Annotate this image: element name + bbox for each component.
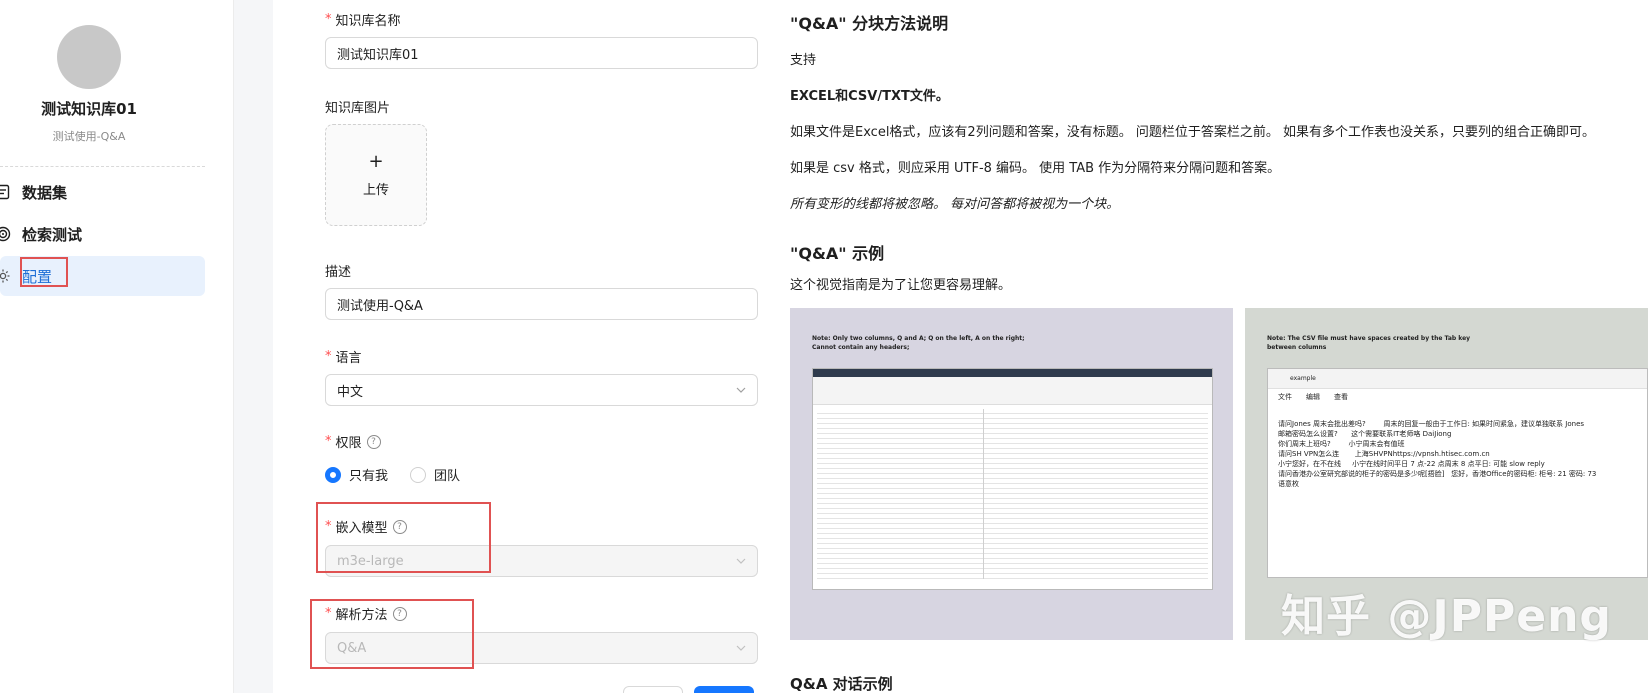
gear-icon — [0, 268, 14, 284]
target-icon — [0, 226, 14, 242]
annotation-highlight-box — [316, 502, 491, 573]
notepad-menu-edit: 编辑 — [1306, 393, 1320, 401]
doc-dialog-example-title: Q&A 对话示例 — [790, 675, 893, 693]
notepad-body: 请问Jones 周末会批出差吗? 周末的回复一般由于工作日: 如果时间紧急，建议… — [1278, 420, 1597, 488]
example-image-excel: Note: Only two columns, Q and A; Q on th… — [790, 308, 1233, 640]
annotation-highlight-box — [20, 257, 68, 287]
parser-doc-panel: "Q&A" 分块方法说明 支持 EXCEL和CSV/TXT文件。 如果文件是Ex… — [790, 0, 1648, 693]
notepad-menu-file: 文件 — [1278, 393, 1292, 401]
chevron-down-icon — [736, 387, 746, 393]
language-label: * 语言 — [325, 349, 362, 366]
app-root: 测试知识库01 测试使用-Q&A 数据集 检索测试 配置 * 知识库名称 测试知识… — [0, 0, 1648, 693]
radio-label-team: 团队 — [434, 469, 461, 484]
radio-team[interactable] — [410, 466, 427, 483]
sidebar-item-dataset[interactable]: 数据集 — [0, 172, 205, 212]
doc-text-formats: EXCEL和CSV/TXT文件。 — [790, 89, 949, 104]
notepad-tab: example — [1290, 375, 1316, 382]
doc-example-title: "Q&A" 示例 — [790, 244, 885, 263]
radio-only-me[interactable] — [325, 466, 341, 483]
language-select[interactable]: 中文 — [325, 374, 758, 406]
radio-label-only-me: 只有我 — [349, 469, 389, 484]
doc-text-excel: 如果文件是Excel格式，应该有2列问题和答案，没有标题。 问题栏位于答案栏之前… — [790, 125, 1595, 140]
cancel-button[interactable] — [623, 686, 683, 693]
chevron-down-icon — [736, 645, 746, 651]
doc-title: "Q&A" 分块方法说明 — [790, 14, 949, 33]
doc-text-visual: 这个视觉指南是为了让您更容易理解。 — [790, 278, 1012, 293]
upload-label: 上传 — [362, 182, 389, 198]
chevron-down-icon — [736, 558, 746, 564]
doc-text-csv: 如果是 csv 格式，则应采用 UTF-8 编码。 使用 TAB 作为分隔符来分… — [790, 161, 1281, 176]
permission-radio-group: 只有我 团队 — [325, 465, 460, 484]
sidebar: 测试知识库01 测试使用-Q&A 数据集 检索测试 配置 — [0, 0, 233, 693]
description-input[interactable]: 测试使用-Q&A — [325, 288, 758, 320]
avatar — [57, 25, 121, 89]
sidebar-item-label: 检索测试 — [22, 225, 83, 244]
name-label: * 知识库名称 — [325, 12, 401, 29]
sidebar-item-retrieval-test[interactable]: 检索测试 — [0, 214, 205, 254]
kb-name-input[interactable]: 测试知识库01 — [325, 37, 758, 69]
save-button[interactable] — [694, 686, 754, 693]
annotation-highlight-box — [310, 599, 474, 669]
sidebar-item-label: 数据集 — [22, 183, 68, 202]
notepad-preview: example 文件 编辑 查看 请问Jones 周末会批出差吗? 周末的回复一… — [1267, 368, 1648, 578]
description-label: 描述 — [325, 265, 352, 280]
image-note: Note: Only two columns, Q and A; Q on th… — [812, 335, 1025, 351]
upload-button[interactable]: + 上传 — [325, 124, 427, 226]
permission-label: * 权限? — [325, 432, 381, 451]
settings-form: * 知识库名称 测试知识库01 知识库图片 + 上传 描述 测试使用-Q&A * 语… — [273, 0, 773, 693]
image-label: 知识库图片 — [325, 101, 391, 116]
kb-subtitle: 测试使用-Q&A — [52, 130, 126, 143]
doc-text-support: 支持 — [790, 53, 817, 68]
help-icon[interactable]: ? — [366, 434, 381, 449]
plus-icon: + — [368, 150, 384, 172]
watermark: 知乎 @JPPeng — [1281, 591, 1612, 642]
doc-text-ignore: 所有变形的线都将被忽略。 每对问答都将被视为一个块。 — [790, 197, 1120, 212]
file-icon — [0, 184, 14, 200]
spreadsheet-preview — [812, 368, 1213, 590]
image-note: Note: The CSV file must have spaces crea… — [1267, 335, 1471, 351]
notepad-menu-view: 查看 — [1334, 393, 1348, 401]
content-gutter — [233, 0, 273, 693]
sidebar-divider — [0, 166, 205, 167]
kb-name: 测试知识库01 — [41, 100, 137, 118]
